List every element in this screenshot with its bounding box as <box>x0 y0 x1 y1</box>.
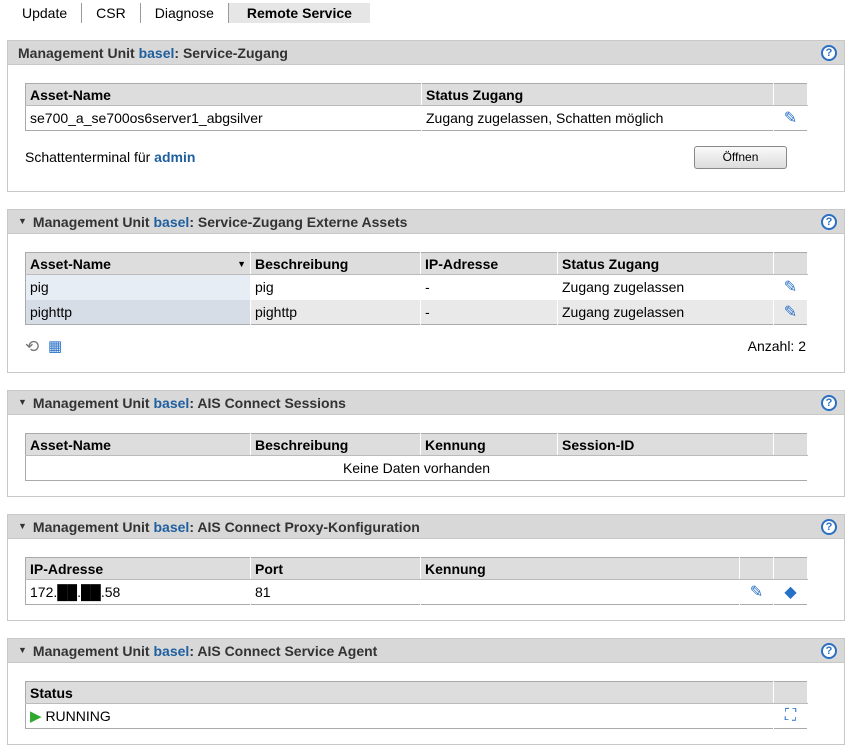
service-agent-panel: ▼ Management Unit basel: AIS Connect Serv… <box>7 638 845 745</box>
panel-header: ▼ Management Unit basel: AIS Connect Prox… <box>8 515 844 539</box>
edit-icon[interactable]: ✎ <box>773 274 808 300</box>
agent-table: Status ▶ RUNNING ⛶ <box>25 681 808 729</box>
sessions-panel: ▼ Management Unit basel: AIS Connect Sess… <box>7 390 845 497</box>
sessions-table: Asset-Name Beschreibung Kennung Session-ID … <box>25 433 808 481</box>
collapse-icon[interactable]: ▼ <box>18 209 27 233</box>
help-icon[interactable]: ? <box>821 214 837 230</box>
panel-header: ▼ Management Unit basel: AIS Connect Serv… <box>8 639 844 663</box>
status-value: RUNNING <box>45 708 111 724</box>
history-icon[interactable]: ⟲ <box>25 337 39 357</box>
restart-icon[interactable]: ⛶ <box>773 703 808 729</box>
collapse-icon[interactable]: ▼ <box>18 390 27 414</box>
collapse-icon[interactable]: ▼ <box>18 638 27 662</box>
table-row[interactable]: ▶ RUNNING ⛶ <box>25 703 808 729</box>
help-icon[interactable]: ? <box>821 643 837 659</box>
proxy-config-panel: ▼ Management Unit basel: AIS Connect Prox… <box>7 514 845 621</box>
table-export-icon[interactable]: ▦ <box>48 337 62 355</box>
record-count: Anzahl: 2 <box>747 338 806 354</box>
help-icon[interactable]: ? <box>821 45 837 61</box>
panel-header: ▼ Management Unit basel: Service-Zugang E… <box>8 210 844 234</box>
panel-header: ▼ Management Unit basel: AIS Connect Sess… <box>8 391 844 415</box>
edit-icon[interactable]: ✎ <box>773 299 808 325</box>
tab-bar: Update CSR Diagnose Remote Service <box>8 2 370 24</box>
table-row[interactable]: 172.██.██.58 81 ✎ ◆ <box>25 579 808 605</box>
open-button[interactable]: Öffnen <box>694 146 787 169</box>
help-icon[interactable]: ? <box>821 395 837 411</box>
edit-icon[interactable]: ✎ <box>773 105 808 131</box>
table-row[interactable]: pig pig - Zugang zugelassen ✎ <box>25 274 808 300</box>
table-row[interactable]: se700_a_se700os6server1_abgsilver Zugang … <box>25 105 808 131</box>
table-row[interactable]: pighttp pighttp - Zugang zugelassen ✎ <box>25 299 808 325</box>
tab-diagnose[interactable]: Diagnose <box>141 3 229 23</box>
eraser-icon[interactable]: ◆ <box>773 579 808 605</box>
empty-message: Keine Daten vorhanden <box>25 455 808 481</box>
external-assets-panel: ▼ Management Unit basel: Service-Zugang E… <box>7 209 845 373</box>
panel-header: Management Unit basel: Service-Zugang? <box>8 41 844 65</box>
help-icon[interactable]: ? <box>821 519 837 535</box>
shadow-terminal-label: Schattenterminal für admin <box>25 149 196 165</box>
edit-icon[interactable]: ✎ <box>739 579 774 605</box>
external-assets-table: Asset-Name ▼ Beschreibung IP-Adresse Status … <box>25 252 808 325</box>
tab-remote-service[interactable]: Remote Service <box>228 3 370 23</box>
proxy-table: IP-Adresse Port Kennung 172.██.██.58 81 ✎ ◆ <box>25 557 808 605</box>
sort-desc-icon[interactable]: ▼ <box>237 259 246 269</box>
service-access-table: Asset-Name Status Zugang se700_a_se700os6… <box>25 83 808 131</box>
collapse-icon[interactable]: ▼ <box>18 514 27 538</box>
tab-update[interactable]: Update <box>8 3 83 23</box>
service-access-panel: Management Unit basel: Service-Zugang? A… <box>7 40 845 192</box>
mu-link[interactable]: basel <box>139 45 175 61</box>
play-icon: ▶ <box>30 708 42 725</box>
tab-csr[interactable]: CSR <box>82 3 141 23</box>
